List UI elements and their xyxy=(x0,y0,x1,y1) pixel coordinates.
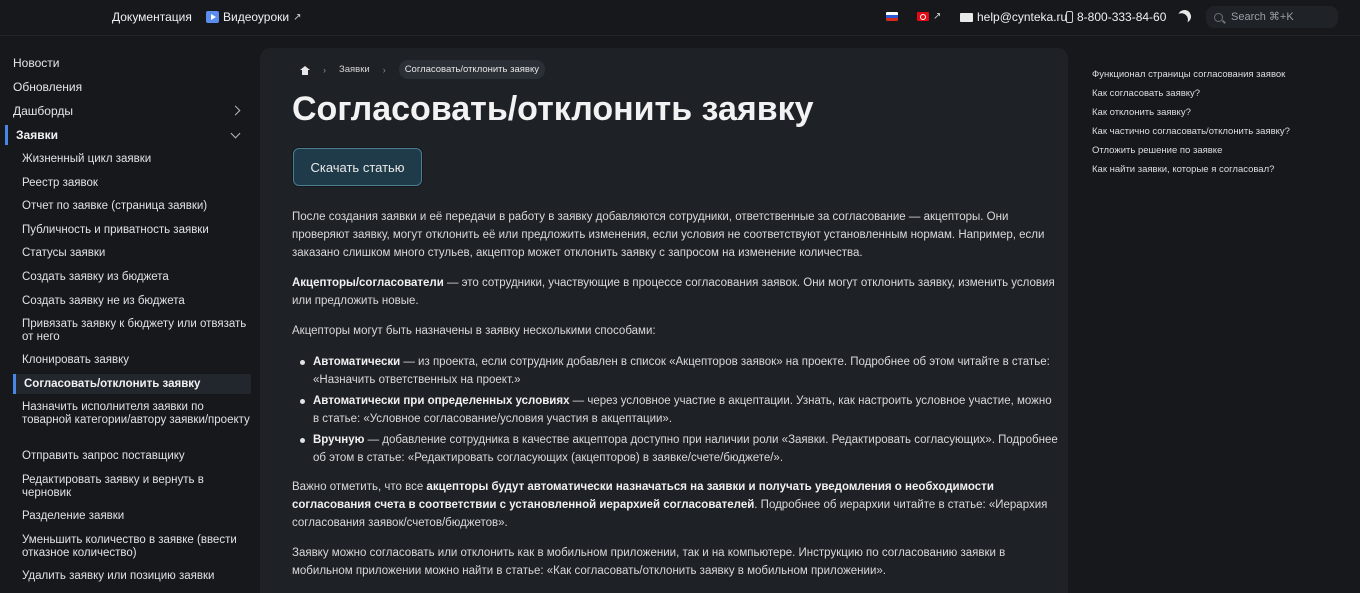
toc-item[interactable]: Как согласовать заявку? xyxy=(1092,89,1322,99)
page-title: Согласовать/отклонить заявку xyxy=(292,90,814,128)
chevron-down-icon[interactable] xyxy=(230,128,241,139)
bold-term: Автоматически xyxy=(313,356,401,368)
phone-label: 8-800-333-84-60 xyxy=(1077,10,1167,24)
bullet-list: Автоматически — из проекта, если сотрудн… xyxy=(292,353,1058,470)
paragraph: Акцепторы/согласователи — это сотрудники… xyxy=(292,274,1058,310)
sidebar-item-news[interactable]: Новости xyxy=(13,57,59,70)
list-item: Автоматически при определенных условиях … xyxy=(292,392,1058,428)
toc-item[interactable]: Функционал страницы согласования заявок xyxy=(1092,70,1322,80)
external-link-icon[interactable]: ↗ xyxy=(933,11,941,22)
sidebar-subitem[interactable]: Разделение заявки xyxy=(22,510,250,523)
sidebar-item-dashboards[interactable]: Дашборды xyxy=(13,105,73,118)
paragraph: Важно отметить, что все акцепторы будут … xyxy=(292,478,1058,532)
chevron-right-icon[interactable] xyxy=(230,105,241,116)
sidebar-subitem[interactable]: Жизненный цикл заявки xyxy=(22,153,250,166)
toc-item[interactable]: Как отклонить заявку? xyxy=(1092,108,1322,118)
search-box[interactable] xyxy=(1206,6,1338,28)
turkish-flag-icon[interactable] xyxy=(917,12,929,21)
download-article-button[interactable]: Скачать статью xyxy=(293,148,422,186)
list-item: Автоматически — из проекта, если сотрудн… xyxy=(292,353,1058,389)
sidebar: Новости Обновления Дашборды Заявки Жизне… xyxy=(0,48,258,593)
bold-term: Акцепторы/согласователи xyxy=(292,277,444,289)
sidebar-subitem[interactable]: Клонировать заявку xyxy=(22,354,250,367)
sidebar-subitem[interactable]: Назначить исполнителя заявки по товарной… xyxy=(22,401,250,427)
sidebar-subitem[interactable]: Реестр заявок xyxy=(22,177,250,190)
sidebar-subitem[interactable]: Отправить запрос поставщику xyxy=(22,450,250,463)
bold-term: Автоматически при определенных условиях xyxy=(313,395,570,407)
sidebar-subitem[interactable]: Уменьшить количество в заявке (ввести от… xyxy=(22,534,250,560)
mail-icon xyxy=(960,12,973,22)
paragraph: После создания заявки и её передачи в ра… xyxy=(292,211,1045,259)
moon-icon[interactable] xyxy=(1176,8,1193,25)
sidebar-subitem[interactable]: Удалить заявку или позицию заявки xyxy=(22,570,250,583)
sidebar-subitem[interactable]: Создать заявку не из бюджета xyxy=(22,295,250,308)
sidebar-item-requests[interactable]: Заявки xyxy=(16,129,58,142)
sidebar-subitem[interactable]: Статусы заявки xyxy=(22,247,250,260)
home-icon[interactable] xyxy=(300,65,310,75)
sidebar-subitem[interactable]: Публичность и приватность заявки xyxy=(22,224,250,237)
chevron-right-icon: › xyxy=(382,64,386,75)
sidebar-subitem[interactable]: Отчет по заявке (страница заявки) xyxy=(22,200,250,213)
active-item-indicator xyxy=(13,374,16,394)
article-panel: › Заявки › Согласовать/отклонить заявку … xyxy=(260,48,1068,593)
breadcrumb-section[interactable]: Заявки xyxy=(339,64,370,75)
top-bar: Документация Видеоуроки ↗ ↗ help@cynteka… xyxy=(0,0,1360,36)
sidebar-subitem[interactable]: Создать заявку из бюджета xyxy=(22,271,250,284)
phone-link[interactable]: 8-800-333-84-60 xyxy=(1066,10,1166,24)
active-section-indicator xyxy=(5,125,8,145)
sidebar-subitem[interactable]: Редактировать заявку и вернуть в чернови… xyxy=(22,474,250,500)
toc-item[interactable]: Как найти заявки, которые я согласовал? xyxy=(1092,165,1322,175)
search-input[interactable] xyxy=(1231,11,1331,23)
breadcrumb-current: Согласовать/отклонить заявку xyxy=(398,60,545,79)
sidebar-subitem[interactable]: Привязать заявку к бюджету или отвязать … xyxy=(22,318,250,344)
russian-flag-icon[interactable] xyxy=(886,12,898,21)
video-lessons-label: Видеоуроки xyxy=(223,10,290,24)
list-item-text: — добавление сотрудника в качестве акцеп… xyxy=(313,434,1058,464)
list-item: Вручную — добавление сотрудника в качест… xyxy=(292,431,1058,467)
external-link-icon: ↗ xyxy=(293,11,302,23)
paragraph: Заявку можно согласовать или отклонить к… xyxy=(292,547,1006,577)
sidebar-item-updates[interactable]: Обновления xyxy=(13,81,82,94)
phone-icon xyxy=(1066,11,1073,23)
chevron-right-icon: › xyxy=(323,64,326,75)
search-icon xyxy=(1214,12,1223,22)
sidebar-subitem-active[interactable]: Согласовать/отклонить заявку xyxy=(24,378,252,391)
breadcrumb: › Заявки › Согласовать/отклонить заявку xyxy=(300,60,545,79)
email-label: help@cynteka.ru xyxy=(977,10,1068,24)
docs-link[interactable]: Документация xyxy=(112,10,192,24)
toc-item[interactable]: Отложить решение по заявке xyxy=(1092,146,1322,156)
video-lessons-link[interactable]: Видеоуроки ↗ xyxy=(206,10,301,24)
toc-item[interactable]: Как частично согласовать/отклонить заявк… xyxy=(1092,127,1322,137)
paragraph: Акцепторы могут быть назначены в заявку … xyxy=(292,325,656,337)
list-item-text: — из проекта, если сотрудник добавлен в … xyxy=(313,356,1050,386)
bold-term: Вручную xyxy=(313,434,365,446)
email-link[interactable]: help@cynteka.ru xyxy=(960,10,1067,24)
paragraph-text: Важно отметить, что все xyxy=(292,481,427,493)
table-of-contents: Функционал страницы согласования заявок … xyxy=(1092,70,1322,184)
play-icon xyxy=(206,11,219,23)
